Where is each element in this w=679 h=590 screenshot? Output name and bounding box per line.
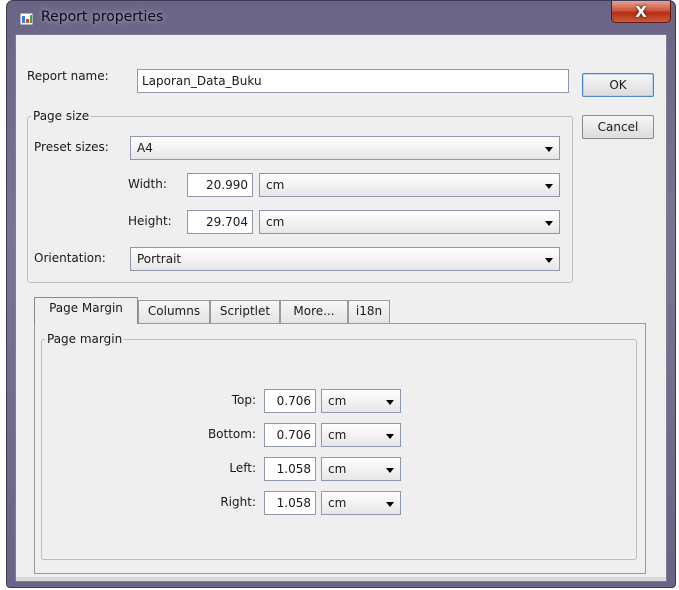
width-label: Width: bbox=[128, 177, 167, 191]
page-margin-legend: Page margin bbox=[47, 332, 123, 346]
tab-columns[interactable]: Columns bbox=[138, 300, 210, 323]
margin-left-input[interactable]: 1.058 bbox=[264, 457, 316, 481]
height-unit-select[interactable]: cm bbox=[259, 210, 560, 234]
ok-button[interactable]: OK bbox=[582, 73, 654, 97]
dialog-content: Report name: Laporan_Data_Buku OK Cancel… bbox=[15, 34, 667, 582]
margin-left-label: Left: bbox=[229, 461, 256, 475]
preset-sizes-value: A4 bbox=[137, 141, 153, 155]
page-margin-panel: Page margin Top: 0.706 cm Bottom: 0.706 … bbox=[34, 323, 646, 574]
chevron-down-icon bbox=[386, 502, 394, 507]
margin-right-label: Right: bbox=[220, 495, 256, 509]
tab-i18n[interactable]: i18n bbox=[348, 300, 390, 323]
margin-left-unit-value: cm bbox=[328, 462, 347, 476]
margin-top-unit-value: cm bbox=[328, 394, 347, 408]
preset-sizes-label: Preset sizes: bbox=[34, 140, 109, 154]
chevron-down-icon bbox=[386, 400, 394, 405]
report-name-label: Report name: bbox=[27, 69, 109, 83]
chevron-down-icon bbox=[545, 147, 553, 152]
title-bar[interactable]: Report properties X bbox=[7, 1, 675, 33]
dialog-window: Report properties X Report name: Laporan… bbox=[6, 0, 676, 588]
margin-top-input[interactable]: 0.706 bbox=[264, 389, 316, 413]
margin-top-unit-select[interactable]: cm bbox=[321, 389, 401, 413]
margin-bottom-label: Bottom: bbox=[207, 427, 256, 441]
close-button[interactable]: X bbox=[611, 1, 671, 23]
chevron-down-icon bbox=[545, 184, 553, 189]
tab-page-margin[interactable]: Page Margin bbox=[34, 297, 138, 324]
width-unit-value: cm bbox=[266, 178, 285, 192]
tab-more[interactable]: More... bbox=[280, 300, 348, 323]
report-app-icon bbox=[19, 12, 34, 26]
preset-sizes-select[interactable]: A4 bbox=[130, 136, 560, 160]
height-label: Height: bbox=[128, 214, 172, 228]
height-unit-value: cm bbox=[266, 215, 285, 229]
orientation-select[interactable]: Portrait bbox=[130, 247, 560, 271]
report-name-input[interactable]: Laporan_Data_Buku bbox=[137, 69, 569, 93]
margin-top-label: Top: bbox=[231, 393, 256, 407]
orientation-label: Orientation: bbox=[34, 251, 106, 265]
tab-scriptlet[interactable]: Scriptlet bbox=[210, 300, 280, 323]
close-icon: X bbox=[635, 2, 647, 21]
window-title: Report properties bbox=[41, 9, 164, 25]
orientation-value: Portrait bbox=[137, 252, 182, 266]
margin-left-unit-select[interactable]: cm bbox=[321, 457, 401, 481]
margin-right-input[interactable]: 1.058 bbox=[264, 491, 316, 515]
chevron-down-icon bbox=[386, 434, 394, 439]
margin-bottom-unit-value: cm bbox=[328, 428, 347, 442]
chevron-down-icon bbox=[545, 221, 553, 226]
width-input[interactable]: 20.990 bbox=[187, 173, 253, 197]
status-strip bbox=[16, 577, 666, 581]
margin-bottom-unit-select[interactable]: cm bbox=[321, 423, 401, 447]
chevron-down-icon bbox=[545, 258, 553, 263]
chevron-down-icon bbox=[386, 468, 394, 473]
page-size-legend: Page size bbox=[33, 109, 90, 123]
margin-right-unit-select[interactable]: cm bbox=[321, 491, 401, 515]
cancel-button[interactable]: Cancel bbox=[582, 115, 654, 139]
width-unit-select[interactable]: cm bbox=[259, 173, 560, 197]
margin-right-unit-value: cm bbox=[328, 496, 347, 510]
margin-bottom-input[interactable]: 0.706 bbox=[264, 423, 316, 447]
height-input[interactable]: 29.704 bbox=[187, 210, 253, 234]
